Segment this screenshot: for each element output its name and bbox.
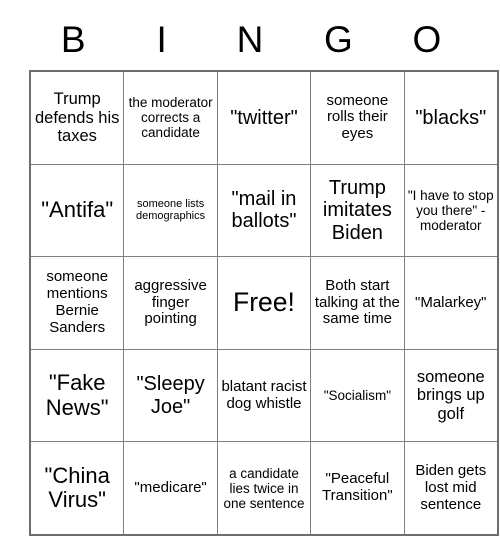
header-letter-n: N [236, 18, 264, 60]
bingo-grid: Trump defends his taxes the moderator co… [29, 70, 499, 536]
bingo-cell[interactable]: "mail in ballots" [216, 163, 312, 258]
bingo-cell[interactable]: "China Virus" [29, 441, 125, 536]
bingo-cell[interactable]: "twitter" [216, 70, 312, 165]
bingo-cell[interactable]: someone lists demographics [123, 163, 218, 258]
bingo-cell[interactable]: "Fake News" [29, 348, 125, 443]
bingo-row: someone mentions Bernie Sanders aggressi… [29, 256, 499, 350]
bingo-cell[interactable]: "medicare" [123, 441, 218, 536]
bingo-cell[interactable]: someone rolls their eyes [310, 70, 405, 165]
bingo-cell[interactable]: Biden gets lost mid sentence [403, 441, 499, 536]
bingo-cell[interactable]: "Peaceful Transition" [310, 441, 405, 536]
bingo-row: Trump defends his taxes the moderator co… [29, 70, 499, 165]
bingo-cell[interactable]: "Socialism" [310, 348, 405, 443]
bingo-cell-free[interactable]: Free! [216, 256, 312, 350]
bingo-cell[interactable]: a candidate lies twice in one sentence [216, 441, 312, 536]
header-letter-i: I [156, 18, 167, 60]
header-letter-b: B [60, 18, 86, 60]
bingo-card: B I N G O Trump defends his taxes the mo… [29, 8, 499, 536]
bingo-cell[interactable]: "I have to stop you there" -moderator [403, 163, 499, 258]
bingo-cell[interactable]: blatant racist dog whistle [216, 348, 312, 443]
bingo-row: "China Virus" "medicare" a candidate lie… [29, 441, 499, 536]
bingo-cell[interactable]: "Sleepy Joe" [123, 348, 218, 443]
bingo-header: B I N G O [29, 8, 471, 70]
header-letter-g: G [324, 18, 353, 60]
bingo-cell[interactable]: "blacks" [403, 70, 499, 165]
bingo-cell[interactable]: someone brings up golf [403, 348, 499, 443]
bingo-row: "Fake News" "Sleepy Joe" blatant racist … [29, 348, 499, 443]
bingo-cell[interactable]: Trump defends his taxes [29, 70, 125, 165]
bingo-cell[interactable]: aggressive finger pointing [123, 256, 218, 350]
bingo-cell[interactable]: "Malarkey" [403, 256, 499, 350]
bingo-cell[interactable]: "Antifa" [29, 163, 125, 258]
bingo-cell[interactable]: Trump imitates Biden [310, 163, 405, 258]
bingo-cell[interactable]: the moderator corrects a candidate [123, 70, 218, 165]
bingo-cell[interactable]: Both start talking at the same time [310, 256, 405, 350]
bingo-cell[interactable]: someone mentions Bernie Sanders [29, 256, 125, 350]
header-letter-o: O [412, 18, 442, 60]
bingo-row: "Antifa" someone lists demographics "mai… [29, 163, 499, 258]
